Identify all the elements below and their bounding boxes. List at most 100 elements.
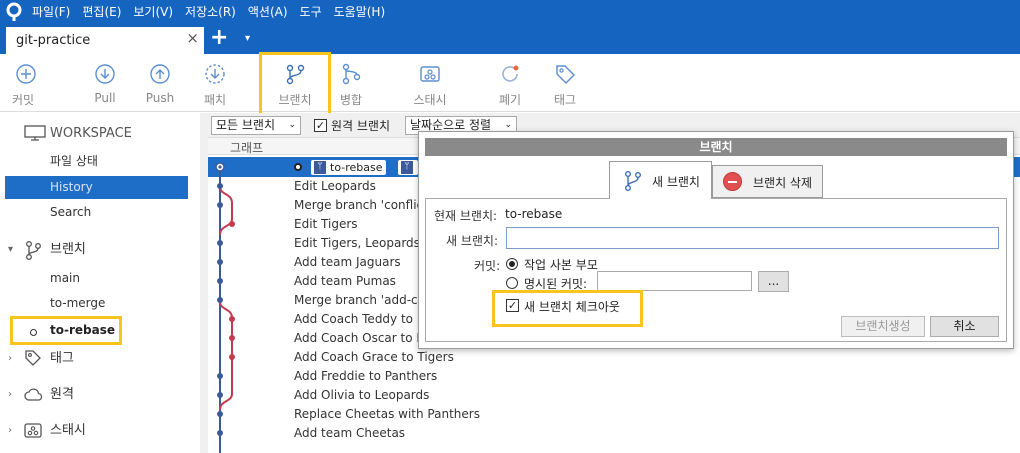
merge-icon	[342, 63, 361, 85]
radio-working-parent[interactable]	[506, 258, 518, 270]
new-branch-label: 새 브랜치:	[446, 234, 499, 248]
stash-section-header[interactable]: › 스태시	[8, 419, 158, 442]
menu-actions[interactable]: 액션(A)	[242, 0, 294, 24]
commit-message[interactable]: Merge branch 'add-coa	[294, 293, 432, 307]
cloud-icon	[24, 388, 43, 401]
branch-tag-to-rebase[interactable]: ᛘ to-rebase	[311, 160, 386, 175]
merge-button[interactable]: 병합	[323, 54, 379, 112]
sourcetree-logo-icon	[2, 0, 26, 24]
chevron-right-icon[interactable]: ›	[8, 347, 12, 370]
commit-label: 커밋	[11, 93, 35, 107]
branch-dialog: 브랜치 새 브랜치 브랜치 삭제 현재 브랜치: to-rebase 새 브랜치…	[418, 131, 1014, 349]
discard-button[interactable]: 폐기	[482, 54, 538, 112]
sidebar: WORKSPACE 파일 상태 History Search ▾ 브랜치 mai…	[0, 113, 200, 453]
commit-message[interactable]: Edit Tigers	[294, 217, 358, 231]
chevron-right-icon[interactable]: ›	[8, 383, 12, 406]
new-branch-input[interactable]	[506, 227, 999, 249]
repo-tab-title: git-practice	[16, 33, 91, 48]
current-branch-label: 현재 브랜치:	[434, 209, 498, 223]
dialog-body: 현재 브랜치: to-rebase 새 브랜치: 커밋: 작업 사본 부모 명시…	[425, 198, 1007, 342]
commit-message[interactable]: Add team Cheetas	[294, 426, 405, 440]
radio-specified-commit[interactable]	[506, 277, 518, 289]
branch-icon	[625, 171, 641, 191]
sidebar-branch-to-rebase[interactable]: to-rebase	[10, 316, 122, 345]
pull-button[interactable]: Pull	[77, 54, 133, 112]
patch-label: 패치	[203, 93, 227, 107]
sidebar-item-history[interactable]: History	[5, 176, 188, 199]
commit-message[interactable]: Edit Leopards	[294, 179, 376, 193]
commit-message[interactable]: Add Coach Teddy to P	[294, 312, 424, 326]
tab-delete-branch[interactable]: 브랜치 삭제	[712, 165, 823, 198]
branch-tag-label: to-rebase	[330, 161, 383, 174]
menu-bar: 파일(F) 편집(E) 보기(V) 저장소(R) 액션(A) 도구 도움말(H)	[0, 0, 1020, 24]
sort-label: 날짜순으로 정렬	[410, 118, 492, 132]
current-branch-value: to-rebase	[505, 207, 563, 221]
create-branch-button[interactable]: 브랜치생성	[841, 316, 925, 337]
checkout-new-branch-checkbox[interactable]: ✓	[506, 299, 519, 312]
tags-section-header[interactable]: › 태그	[8, 347, 158, 370]
sidebar-item-file-status[interactable]: 파일 상태	[50, 150, 170, 173]
branch-icon	[26, 241, 41, 260]
tags-section-label: 태그	[50, 351, 74, 366]
remote-branch-checkbox[interactable]: ✓	[314, 119, 327, 132]
push-button[interactable]: Push	[132, 54, 188, 112]
pull-icon	[95, 64, 115, 84]
sidebar-branch-main[interactable]: main	[50, 267, 170, 290]
branch-filter-dropdown[interactable]: 모든 브랜치 ⌄	[211, 116, 301, 135]
browse-commit-button[interactable]: ...	[758, 271, 789, 292]
commit-message[interactable]: Add team Pumas	[294, 274, 396, 288]
commit-message[interactable]: Replace Cheetas with Panthers	[294, 407, 480, 421]
commit-message[interactable]: Edit Tigers, Leopards, P	[294, 236, 435, 250]
menu-view[interactable]: 보기(V)	[127, 0, 179, 24]
stash-icon	[24, 423, 42, 438]
repo-tab[interactable]: git-practice ×	[6, 27, 204, 54]
commit-graph	[215, 162, 235, 453]
tag-icon	[556, 65, 575, 84]
remotes-section-header[interactable]: › 원격	[8, 383, 158, 406]
menu-file[interactable]: 파일(F)	[26, 0, 76, 24]
sidebar-item-search[interactable]: Search	[50, 201, 170, 224]
branches-section-header[interactable]: ▾ 브랜치	[8, 238, 158, 261]
menu-edit[interactable]: 편집(E)	[76, 0, 127, 24]
close-icon[interactable]: ×	[186, 29, 199, 47]
branch-tag-second[interactable]: ᛘ	[398, 160, 418, 175]
graph-column-header: 그래프	[230, 141, 264, 155]
remote-branch-label: 원격 브랜치	[331, 119, 391, 133]
discard-label: 폐기	[498, 93, 522, 107]
chevron-down-icon[interactable]: ▾	[245, 33, 250, 44]
discard-icon	[502, 65, 519, 82]
tab-new-branch-label: 새 브랜치	[652, 175, 700, 189]
head-marker-icon	[294, 163, 302, 171]
specified-commit-input[interactable]	[597, 271, 752, 291]
commit-button[interactable]: 커밋	[0, 54, 54, 112]
radio-working-parent-label: 작업 사본 부모	[524, 258, 598, 272]
current-branch-label: to-rebase	[50, 323, 115, 337]
pull-label: Pull	[94, 91, 116, 105]
tab-new-branch[interactable]: 새 브랜치	[609, 161, 712, 199]
chevron-down-icon[interactable]: ▾	[8, 238, 13, 261]
sidebar-branch-to-merge[interactable]: to-merge	[50, 292, 170, 315]
commit-message[interactable]: Add Coach Oscar to Le	[294, 331, 430, 345]
tag-icon	[25, 350, 41, 366]
commit-message[interactable]: Add team Jaguars	[294, 255, 401, 269]
commit-message[interactable]: Add Coach Grace to Tigers	[294, 350, 454, 364]
current-branch-icon	[30, 329, 37, 336]
commit-message[interactable]: Merge branch 'conflict	[294, 198, 428, 212]
menu-help[interactable]: 도움말(H)	[328, 0, 392, 24]
menu-tools[interactable]: 도구	[294, 0, 328, 24]
tag-button[interactable]: 태그	[537, 54, 593, 112]
tab-bar: git-practice × + ▾	[0, 24, 1020, 54]
remotes-section-label: 원격	[50, 387, 74, 402]
menu-repository[interactable]: 저장소(R)	[179, 0, 242, 24]
minus-circle-icon	[723, 172, 742, 191]
sidebar-splitter[interactable]	[200, 113, 208, 453]
chevron-right-icon[interactable]: ›	[8, 419, 12, 442]
branch-icon: ᛘ	[401, 161, 413, 174]
cancel-button[interactable]: 취소	[930, 316, 999, 337]
commit-message[interactable]: Add Freddie to Panthers	[294, 369, 437, 383]
stash-button[interactable]: 스태시	[402, 54, 458, 112]
add-tab-icon[interactable]: +	[210, 25, 228, 50]
commit-message[interactable]: Add Olivia to Leopards	[294, 388, 429, 402]
chevron-down-icon: ⌄	[288, 120, 296, 130]
patch-button[interactable]: 패치	[187, 54, 243, 112]
